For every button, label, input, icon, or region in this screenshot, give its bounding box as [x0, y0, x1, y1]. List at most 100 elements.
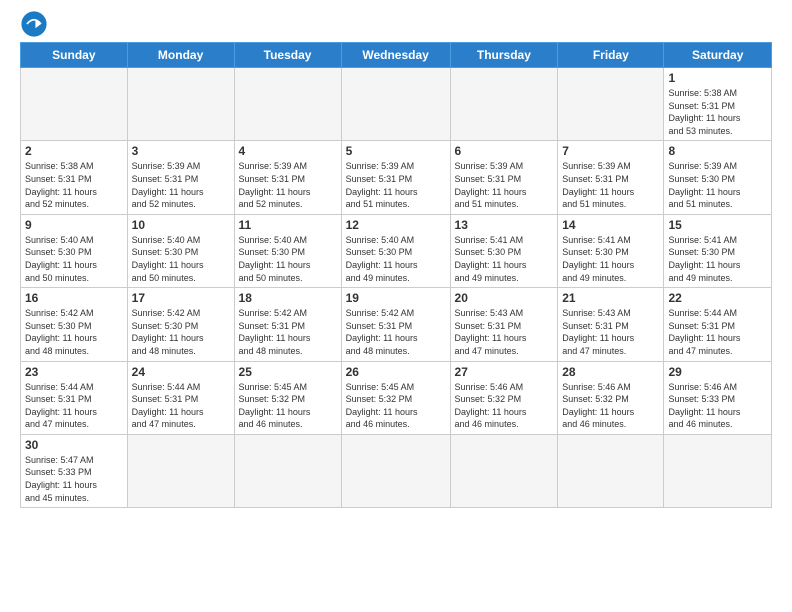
day-number: 12 [346, 218, 446, 232]
day-number: 3 [132, 144, 230, 158]
day-number: 25 [239, 365, 337, 379]
day-number: 13 [455, 218, 554, 232]
day-header-thursday: Thursday [450, 43, 558, 68]
day-cell-16: 16Sunrise: 5:42 AM Sunset: 5:30 PM Dayli… [21, 288, 128, 361]
day-number: 29 [668, 365, 767, 379]
day-cell-23: 23 Sunrise: 5:44 AM Sunset: 5:31 PM Dayli… [21, 361, 128, 434]
cell-info: Sunrise: 5:42 AM Sunset: 5:31 PM Dayligh… [239, 307, 337, 357]
empty-cell [234, 434, 341, 507]
empty-cell [234, 68, 341, 141]
cell-info: Sunrise: 5:41 AM Sunset: 5:30 PM Dayligh… [455, 234, 554, 284]
day-number: 18 [239, 291, 337, 305]
day-cell-22: 22 Sunrise: 5:44 AM Sunset: 5:31 PM Dayli… [664, 288, 772, 361]
day-header-tuesday: Tuesday [234, 43, 341, 68]
logo [20, 10, 52, 38]
cell-info: Sunrise: 5:40 AM Sunset: 5:30 PM Dayligh… [346, 234, 446, 284]
day-header-saturday: Saturday [664, 43, 772, 68]
cell-info: Sunrise: 5:41 AM Sunset: 5:30 PM Dayligh… [668, 234, 767, 284]
calendar-week-row: 23 Sunrise: 5:44 AM Sunset: 5:31 PM Dayli… [21, 361, 772, 434]
day-cell-24: 24 Sunrise: 5:44 AM Sunset: 5:31 PM Dayli… [127, 361, 234, 434]
day-cell-17: 17 Sunrise: 5:42 AM Sunset: 5:30 PM Dayli… [127, 288, 234, 361]
cell-info: Sunrise: 5:47 AM Sunset: 5:33 PM Dayligh… [25, 454, 123, 504]
day-number: 30 [25, 438, 123, 452]
cell-info: Sunrise: 5:44 AM Sunset: 5:31 PM Dayligh… [25, 381, 123, 431]
day-cell-18: 18 Sunrise: 5:42 AM Sunset: 5:31 PM Dayli… [234, 288, 341, 361]
day-number: 26 [346, 365, 446, 379]
day-number: 8 [668, 144, 767, 158]
empty-cell [450, 68, 558, 141]
calendar-week-row: 16 Sunrise: 5:42 AM Sunset: 5:30 PM Dayli… [21, 288, 772, 361]
day-number: 23 [25, 365, 123, 379]
day-cell-21: 21 Sunrise: 5:43 AM Sunset: 5:31 PM Dayli… [558, 288, 664, 361]
cell-info: Sunrise: 5:45 AM Sunset: 5:32 PM Dayligh… [346, 381, 446, 431]
cell-info: Sunrise: 5:40 AM Sunset: 5:30 PM Dayligh… [25, 234, 123, 284]
cell-info: Sunrise: 5:38 AM Sunset: 5:31 PM Dayligh… [668, 87, 767, 137]
day-number: 10 [132, 218, 230, 232]
cell-info: Sunrise: 5:43 AM Sunset: 5:31 PM Dayligh… [455, 307, 554, 357]
cell-info: Sunrise: 5:44 AM Sunset: 5:31 PM Dayligh… [132, 381, 230, 431]
day-header-wednesday: Wednesday [341, 43, 450, 68]
cell-info: Sunrise: 5:43 AM Sunset: 5:31 PM Dayligh… [562, 307, 659, 357]
cell-info: Sunrise: 5:39 AM Sunset: 5:31 PM Dayligh… [132, 160, 230, 210]
cell-info: Sunrise: 5:42 AM Sunset: 5:31 PM Dayligh… [346, 307, 446, 357]
day-cell-10: 10 Sunrise: 5:40 AM Sunset: 5:30 PM Dayli… [127, 214, 234, 287]
cell-info: Sunrise: 5:39 AM Sunset: 5:30 PM Dayligh… [668, 160, 767, 210]
day-number: 14 [562, 218, 659, 232]
day-cell-20: 20Sunrise: 5:43 AM Sunset: 5:31 PM Dayli… [450, 288, 558, 361]
day-number: 17 [132, 291, 230, 305]
day-number: 2 [25, 144, 123, 158]
cell-info: Sunrise: 5:39 AM Sunset: 5:31 PM Dayligh… [455, 160, 554, 210]
day-cell-29: 29Sunrise: 5:46 AM Sunset: 5:33 PM Dayli… [664, 361, 772, 434]
day-number: 21 [562, 291, 659, 305]
calendar-week-row: 30 Sunrise: 5:47 AM Sunset: 5:33 PM Dayli… [21, 434, 772, 507]
day-cell-2: 2 Sunrise: 5:38 AM Sunset: 5:31 PM Daylig… [21, 141, 128, 214]
day-cell-30: 30 Sunrise: 5:47 AM Sunset: 5:33 PM Dayli… [21, 434, 128, 507]
calendar-container: SundayMondayTuesdayWednesdayThursdayFrid… [0, 42, 792, 508]
day-header-monday: Monday [127, 43, 234, 68]
day-cell-19: 19 Sunrise: 5:42 AM Sunset: 5:31 PM Dayli… [341, 288, 450, 361]
empty-cell [341, 434, 450, 507]
cell-info: Sunrise: 5:46 AM Sunset: 5:32 PM Dayligh… [455, 381, 554, 431]
cell-info: Sunrise: 5:40 AM Sunset: 5:30 PM Dayligh… [239, 234, 337, 284]
day-cell-14: 14Sunrise: 5:41 AM Sunset: 5:30 PM Dayli… [558, 214, 664, 287]
empty-cell [127, 68, 234, 141]
empty-cell [341, 68, 450, 141]
calendar-week-row: 1 Sunrise: 5:38 AM Sunset: 5:31 PM Daylig… [21, 68, 772, 141]
day-cell-6: 6Sunrise: 5:39 AM Sunset: 5:31 PM Daylig… [450, 141, 558, 214]
days-header-row: SundayMondayTuesdayWednesdayThursdayFrid… [21, 43, 772, 68]
day-number: 16 [25, 291, 123, 305]
day-number: 19 [346, 291, 446, 305]
day-cell-13: 13 Sunrise: 5:41 AM Sunset: 5:30 PM Dayli… [450, 214, 558, 287]
day-number: 1 [668, 71, 767, 85]
cell-info: Sunrise: 5:39 AM Sunset: 5:31 PM Dayligh… [346, 160, 446, 210]
day-number: 27 [455, 365, 554, 379]
day-cell-8: 8 Sunrise: 5:39 AM Sunset: 5:30 PM Daylig… [664, 141, 772, 214]
page-container: SundayMondayTuesdayWednesdayThursdayFrid… [0, 0, 792, 508]
cell-info: Sunrise: 5:42 AM Sunset: 5:30 PM Dayligh… [132, 307, 230, 357]
day-cell-26: 26 Sunrise: 5:45 AM Sunset: 5:32 PM Dayli… [341, 361, 450, 434]
day-cell-28: 28Sunrise: 5:46 AM Sunset: 5:32 PM Dayli… [558, 361, 664, 434]
cell-info: Sunrise: 5:44 AM Sunset: 5:31 PM Dayligh… [668, 307, 767, 357]
calendar-table: SundayMondayTuesdayWednesdayThursdayFrid… [20, 42, 772, 508]
day-number: 7 [562, 144, 659, 158]
day-number: 11 [239, 218, 337, 232]
cell-info: Sunrise: 5:40 AM Sunset: 5:30 PM Dayligh… [132, 234, 230, 284]
day-number: 5 [346, 144, 446, 158]
day-number: 15 [668, 218, 767, 232]
empty-cell [558, 434, 664, 507]
cell-info: Sunrise: 5:39 AM Sunset: 5:31 PM Dayligh… [562, 160, 659, 210]
empty-cell [664, 434, 772, 507]
day-cell-27: 27 Sunrise: 5:46 AM Sunset: 5:32 PM Dayli… [450, 361, 558, 434]
calendar-week-row: 2 Sunrise: 5:38 AM Sunset: 5:31 PM Daylig… [21, 141, 772, 214]
day-cell-12: 12 Sunrise: 5:40 AM Sunset: 5:30 PM Dayli… [341, 214, 450, 287]
cell-info: Sunrise: 5:39 AM Sunset: 5:31 PM Dayligh… [239, 160, 337, 210]
cell-info: Sunrise: 5:46 AM Sunset: 5:32 PM Dayligh… [562, 381, 659, 431]
day-number: 24 [132, 365, 230, 379]
empty-cell [21, 68, 128, 141]
day-number: 22 [668, 291, 767, 305]
cell-info: Sunrise: 5:45 AM Sunset: 5:32 PM Dayligh… [239, 381, 337, 431]
cell-info: Sunrise: 5:38 AM Sunset: 5:31 PM Dayligh… [25, 160, 123, 210]
day-cell-25: 25 Sunrise: 5:45 AM Sunset: 5:32 PM Dayli… [234, 361, 341, 434]
day-cell-4: 4Sunrise: 5:39 AM Sunset: 5:31 PM Daylig… [234, 141, 341, 214]
day-header-sunday: Sunday [21, 43, 128, 68]
